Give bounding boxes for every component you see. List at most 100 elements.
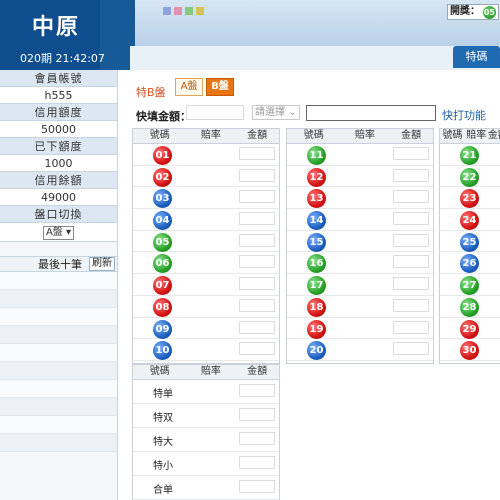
list-item <box>0 290 117 308</box>
list-item <box>0 434 117 452</box>
amount-input[interactable] <box>239 190 275 204</box>
quick-fill-amount-input[interactable] <box>186 105 244 120</box>
amount-input[interactable] <box>393 212 429 226</box>
table-row: 合单 <box>133 476 279 500</box>
ball-13: 13 <box>307 189 326 209</box>
ball-09: 09 <box>153 319 172 339</box>
period-datetime: 020期 21:42:07 <box>20 52 105 65</box>
amount-input[interactable] <box>239 255 275 269</box>
list-item <box>0 308 117 326</box>
amount-input[interactable] <box>393 168 429 182</box>
amount-input[interactable] <box>239 277 275 291</box>
amount-input[interactable] <box>239 432 275 445</box>
placed-value: 1000 <box>0 155 117 172</box>
ball-01: 01 <box>153 146 172 165</box>
amount-input[interactable] <box>239 298 275 312</box>
list-item <box>0 416 117 434</box>
list-item <box>0 272 117 290</box>
table-row: 17 <box>287 274 433 296</box>
theme-yellow-icon[interactable] <box>196 7 204 15</box>
draw-result-ball: 05 <box>483 5 496 19</box>
amount-input[interactable] <box>239 212 275 226</box>
ball-29: 29 <box>460 319 479 339</box>
quick-fill-select[interactable]: 請選擇 ⌄ <box>252 105 300 120</box>
amount-input[interactable] <box>239 147 275 160</box>
tab-b-pan[interactable]: B盤 <box>206 78 234 96</box>
special-bet-label: 特小 <box>153 461 173 472</box>
last-ten-header: 最後十筆 刷新 <box>0 256 117 272</box>
amount-input[interactable] <box>239 233 275 247</box>
amount-input[interactable] <box>393 255 429 269</box>
amount-input[interactable] <box>393 233 429 247</box>
amount-input[interactable] <box>239 384 275 397</box>
quick-play-link[interactable]: 快打功能 <box>442 107 486 123</box>
table-row: 08 <box>133 296 279 318</box>
ball-30: 30 <box>460 341 479 361</box>
ball-25: 25 <box>460 232 479 252</box>
ball-08: 08 <box>153 297 172 317</box>
number-table-3: 號碼賠率金額 21 222324252627282930 <box>439 128 500 364</box>
chevron-down-icon: ▾ <box>66 227 72 238</box>
table-row: 10 <box>133 339 279 361</box>
table-row: 22 <box>440 166 500 188</box>
theme-green-icon[interactable] <box>185 7 193 15</box>
account-value: h555 <box>0 87 117 104</box>
brand-title: 中原 <box>32 15 81 40</box>
amount-input[interactable] <box>239 342 275 356</box>
quick-fill-text-input[interactable] <box>306 105 436 121</box>
table-row: 20 <box>287 339 433 361</box>
tab-tema[interactable]: 特碼 <box>453 46 500 68</box>
ball-19: 19 <box>307 319 326 339</box>
ball-05: 05 <box>153 232 172 252</box>
table-row: 04 <box>133 209 279 231</box>
refresh-button[interactable]: 刷新 <box>89 257 115 271</box>
number-table-2: 號碼 賠率 金額 11 12 13 14 15 16 17 18 19 20 <box>286 128 434 364</box>
ball-17: 17 <box>307 276 326 296</box>
ball-26: 26 <box>460 254 479 274</box>
ball-06: 06 <box>153 254 172 274</box>
amount-input[interactable] <box>393 190 429 204</box>
amount-input[interactable] <box>393 298 429 312</box>
pan-select[interactable]: A盤 ▾ <box>42 226 75 240</box>
credit-label: 信用額度 <box>0 104 117 121</box>
table-row: 13 <box>287 187 433 210</box>
sidebar: 會員帳號 h555 信用額度 50000 已下額度 1000 信用餘額 4900… <box>0 70 118 500</box>
ball-11: 11 <box>307 146 326 165</box>
amount-input[interactable] <box>239 320 275 334</box>
amount-input[interactable] <box>393 342 429 356</box>
placed-label: 已下額度 <box>0 138 117 155</box>
table-row: 15 <box>287 231 433 253</box>
table-row: 24 <box>440 209 500 231</box>
col-header-number: 號碼 <box>442 130 463 141</box>
col-header-number: 號碼 <box>303 130 324 141</box>
ball-03: 03 <box>153 189 172 209</box>
table-row: 05 <box>133 231 279 253</box>
balance-value: 49000 <box>0 189 117 206</box>
tab-a-pan[interactable]: A盤 <box>175 78 203 96</box>
theme-blue-icon[interactable] <box>163 7 171 15</box>
ball-16: 16 <box>307 254 326 274</box>
theme-pink-icon[interactable] <box>174 7 182 15</box>
table-row: 07 <box>133 274 279 296</box>
amount-input[interactable] <box>239 408 275 421</box>
amount-input[interactable] <box>239 480 275 493</box>
draw-result-label: 開獎： <box>450 6 480 17</box>
table-row: 01 <box>133 144 279 166</box>
top-header: 中原 020期 21:42:07 開獎： 05 特碼 <box>0 0 500 70</box>
chevron-down-icon: ⌄ <box>288 107 297 118</box>
ball-12: 12 <box>307 167 326 187</box>
amount-input[interactable] <box>393 277 429 291</box>
table-row: 特单 <box>133 380 279 404</box>
amount-input[interactable] <box>393 320 429 334</box>
table-header: 號碼賠率金額 <box>133 129 279 144</box>
table-header: 號碼賠率金額 <box>440 129 500 144</box>
col-header-odds: 賠率 <box>354 130 375 141</box>
col-header-amount: 金額 <box>247 366 268 377</box>
special-bet-label: 合单 <box>153 485 173 496</box>
amount-input[interactable] <box>239 168 275 182</box>
amount-input[interactable] <box>239 456 275 469</box>
amount-input[interactable] <box>393 147 429 160</box>
page-title: 特B盤 <box>136 86 166 99</box>
draw-result: 開獎： 05 <box>447 4 499 20</box>
special-bet-label: 特大 <box>153 437 173 448</box>
